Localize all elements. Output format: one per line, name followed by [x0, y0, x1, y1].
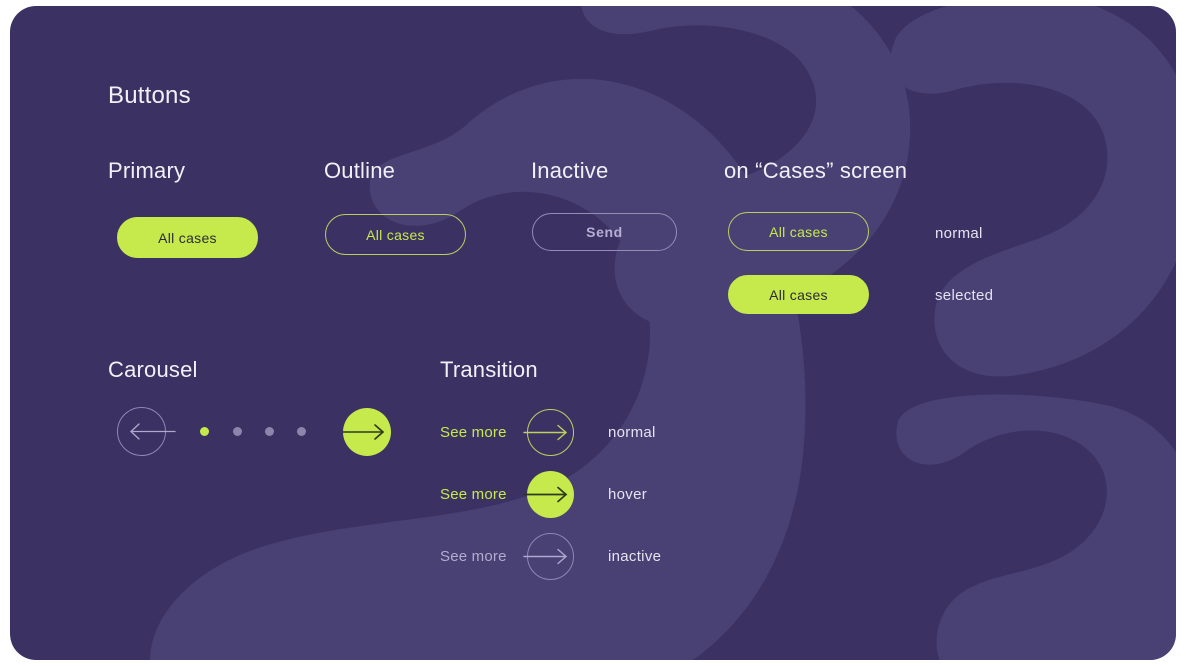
- design-spec-card: Buttons Primary All cases Outline All ca…: [10, 6, 1176, 660]
- section-heading-carousel: Carousel: [108, 357, 198, 382]
- transition-circle-inactive: [527, 533, 574, 580]
- section-heading-outline: Outline: [324, 158, 396, 183]
- cases-chip-normal-label: All cases: [769, 223, 828, 240]
- transition-circle-hover[interactable]: [527, 471, 574, 518]
- cases-chip-normal[interactable]: All cases: [728, 212, 869, 251]
- inactive-send-button: Send: [532, 213, 677, 251]
- state-label-normal: normal: [935, 225, 983, 242]
- transition-link-hover[interactable]: See more: [440, 486, 507, 503]
- section-heading-primary: Primary: [108, 158, 186, 183]
- carousel-dot-3[interactable]: [265, 427, 274, 436]
- cases-chip-selected[interactable]: All cases: [728, 275, 869, 314]
- transition-state-normal: normal: [608, 424, 656, 441]
- outline-button[interactable]: All cases: [325, 214, 466, 255]
- screenshot-root: Buttons Primary All cases Outline All ca…: [0, 0, 1186, 666]
- section-heading-inactive: Inactive: [531, 158, 609, 183]
- carousel-dot-2[interactable]: [233, 427, 242, 436]
- card-content: Buttons Primary All cases Outline All ca…: [10, 6, 1176, 660]
- cases-chip-selected-label: All cases: [769, 286, 828, 303]
- state-label-selected: selected: [935, 287, 994, 304]
- outline-button-label: All cases: [366, 226, 425, 243]
- primary-button[interactable]: All cases: [117, 217, 258, 258]
- transition-link-inactive: See more: [440, 548, 507, 565]
- primary-button-label: All cases: [158, 229, 217, 246]
- transition-state-hover: hover: [608, 486, 648, 503]
- section-heading-cases-screen: on “Cases” screen: [724, 158, 908, 183]
- transition-state-inactive: inactive: [608, 548, 662, 565]
- carousel-prev-button[interactable]: [117, 407, 166, 456]
- carousel-next-button[interactable]: [343, 408, 391, 456]
- section-heading-transition: Transition: [440, 357, 538, 382]
- carousel-dot-4[interactable]: [297, 427, 306, 436]
- page-title: Buttons: [108, 82, 191, 109]
- transition-link-normal[interactable]: See more: [440, 424, 507, 441]
- carousel-dot-1[interactable]: [200, 427, 209, 436]
- inactive-send-button-label: Send: [586, 224, 623, 240]
- transition-circle-normal[interactable]: [527, 409, 574, 456]
